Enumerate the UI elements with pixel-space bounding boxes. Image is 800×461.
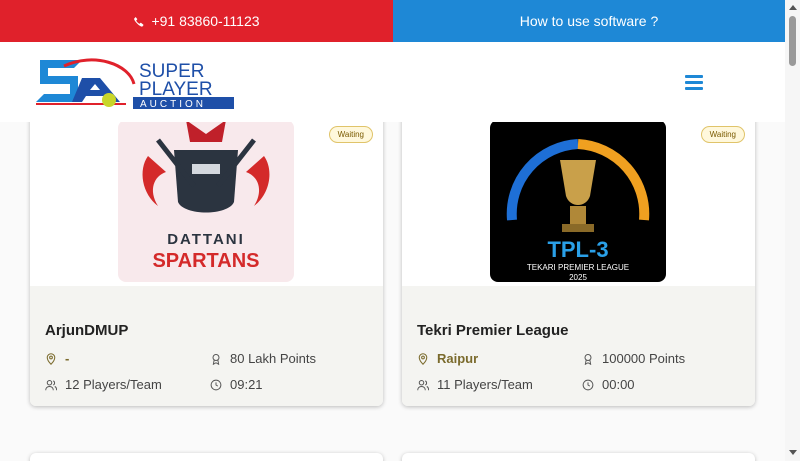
- card-banner: TPL-3 TEKARI PREMIER LEAGUE 2025 Waiting: [402, 122, 755, 286]
- date-row: 30-06-2025: [45, 404, 132, 406]
- points-row: 80 Lakh Points: [210, 351, 316, 366]
- award-icon: [584, 353, 592, 365]
- date-text: 30-06-2025: [65, 404, 132, 406]
- phone-icon: [134, 16, 144, 27]
- logo-text-top: TPL-3: [547, 237, 608, 262]
- tournament-card-next[interactable]: [402, 453, 755, 461]
- points-row: 100000 Points: [582, 351, 685, 366]
- location-pin-icon: [46, 352, 56, 365]
- location-row: Raipur: [417, 351, 478, 366]
- scrollbar-thumb[interactable]: [789, 16, 796, 66]
- points-text: 100000 Points: [602, 351, 686, 366]
- phone-contact-link[interactable]: +91 83860-11123: [0, 0, 393, 42]
- time-row: 09:21: [210, 377, 263, 392]
- phone-number: +91 83860-11123: [151, 13, 260, 29]
- scroll-up-arrow-icon[interactable]: [789, 5, 797, 10]
- users-icon: [417, 379, 429, 390]
- time-row: 00:00: [582, 377, 635, 392]
- points-text: 80 Lakh Points: [230, 351, 317, 366]
- users-icon: [45, 379, 57, 390]
- card-body: Tekri Premier League Raipur 100000 Point…: [402, 286, 755, 406]
- players-row: 12 Players/Team: [45, 377, 162, 392]
- page-scrollbar[interactable]: [785, 0, 800, 461]
- team-logo-image: DATTANI SPARTANS: [118, 122, 294, 282]
- tournament-card-next[interactable]: [30, 453, 383, 461]
- brand-line2: PLAYER: [139, 79, 213, 100]
- brand-logo[interactable]: SUPER PLAYER AUCTION: [34, 54, 236, 110]
- players-text: 11 Players/Team: [437, 377, 533, 392]
- logo-year: 2025: [569, 273, 587, 282]
- calendar-icon: [417, 406, 429, 407]
- logo-text-top: DATTANI: [167, 231, 245, 248]
- award-icon: [212, 353, 220, 365]
- date-text: 06-07-2025: [437, 404, 504, 406]
- players-row: 11 Players/Team: [417, 377, 533, 392]
- players-text: 12 Players/Team: [65, 377, 162, 392]
- clock-icon: [582, 379, 594, 390]
- time-text: 09:21: [230, 377, 263, 392]
- tournament-card[interactable]: TPL-3 TEKARI PREMIER LEAGUE 2025 Waiting…: [402, 122, 755, 406]
- status-badge: Waiting: [700, 126, 745, 143]
- location-text: -: [65, 351, 70, 366]
- brand-line3: AUCTION: [140, 99, 206, 110]
- top-bar: +91 83860-11123 How to use software ?: [0, 0, 785, 42]
- site-header: SUPER PLAYER AUCTION: [0, 42, 785, 122]
- logo-text-bottom: SPARTANS: [152, 250, 259, 272]
- tournament-card[interactable]: DATTANI SPARTANS Waiting ArjunDMUP - 80 …: [30, 122, 383, 406]
- time-text: 00:00: [602, 377, 635, 392]
- scroll-down-arrow-icon[interactable]: [789, 450, 797, 455]
- clock-icon: [210, 379, 222, 390]
- date-row: 06-07-2025: [417, 404, 504, 406]
- calendar-icon: [45, 406, 57, 407]
- status-badge: Waiting: [328, 126, 373, 143]
- tournament-title: Tekri Premier League: [417, 322, 569, 339]
- card-body: ArjunDMUP - 80 Lakh Points 12 Players/Te…: [30, 286, 383, 406]
- card-banner: DATTANI SPARTANS Waiting: [30, 122, 383, 286]
- tournament-title: ArjunDMUP: [45, 322, 129, 339]
- how-to-use-label: How to use software ?: [519, 13, 659, 29]
- location-row: -: [45, 351, 69, 366]
- how-to-use-link[interactable]: How to use software ?: [393, 0, 785, 42]
- hamburger-menu-icon[interactable]: [685, 75, 703, 91]
- location-pin-icon: [418, 352, 428, 365]
- logo-text-bottom: TEKARI PREMIER LEAGUE: [527, 263, 629, 272]
- team-logo-image: TPL-3 TEKARI PREMIER LEAGUE 2025: [490, 122, 666, 282]
- tournament-list: DATTANI SPARTANS Waiting ArjunDMUP - 80 …: [0, 122, 785, 461]
- location-text: Raipur: [437, 351, 479, 366]
